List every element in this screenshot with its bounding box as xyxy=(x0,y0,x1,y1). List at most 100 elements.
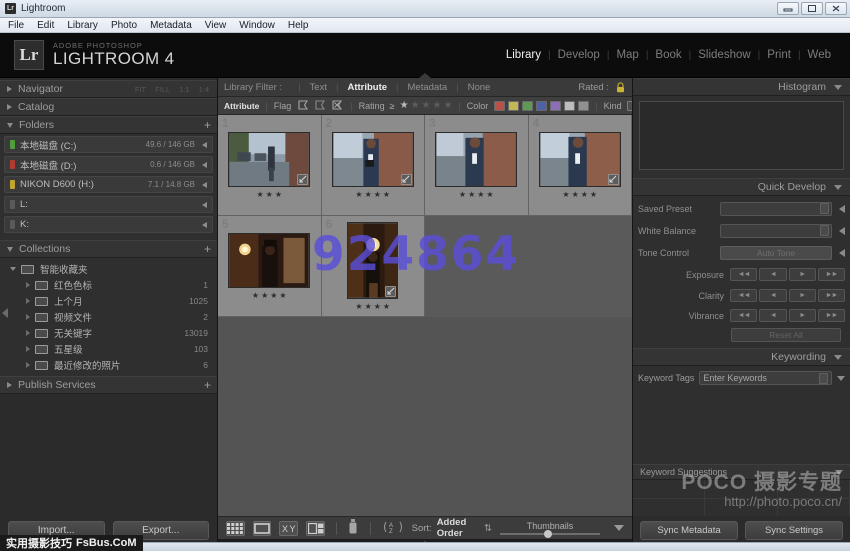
thumbnail-rating[interactable]: ★ ★ ★ ★ xyxy=(355,303,390,311)
nudge-double-right-button[interactable]: ►► xyxy=(818,309,845,322)
list-item[interactable]: 上个月 1025 xyxy=(0,293,217,309)
module-book[interactable]: Book xyxy=(648,49,688,61)
grid-cell[interactable]: 2 xyxy=(322,115,426,216)
chevron-left-icon[interactable] xyxy=(202,202,207,208)
rating-stars[interactable]: ★ ★ ★ ★ ★ xyxy=(400,101,453,111)
folder-row[interactable]: L: xyxy=(4,196,213,213)
color-swatch-blue[interactable] xyxy=(536,101,547,111)
slider-knob[interactable] xyxy=(544,530,552,538)
chevron-left-icon[interactable] xyxy=(202,142,207,148)
module-print[interactable]: Print xyxy=(760,49,798,61)
menu-edit[interactable]: Edit xyxy=(37,20,54,31)
panel-header-collections[interactable]: Collections + xyxy=(0,240,217,258)
star-icon[interactable]: ★ xyxy=(411,101,420,111)
list-item[interactable]: 最近修改的照片 6 xyxy=(0,357,217,373)
menu-window[interactable]: Window xyxy=(239,20,275,31)
add-folder-icon[interactable]: + xyxy=(204,118,211,132)
module-web[interactable]: Web xyxy=(801,49,838,61)
chevron-left-icon[interactable] xyxy=(202,182,207,188)
nudge-right-button[interactable]: ► xyxy=(789,309,816,322)
reset-all-button[interactable]: Reset All xyxy=(731,328,841,342)
collection-group-smart[interactable]: 智能收藏夹 xyxy=(0,261,217,277)
chevron-down-icon[interactable] xyxy=(614,525,624,531)
zoom-fit[interactable]: FIT xyxy=(135,85,146,94)
keyword-suggestion-cell[interactable] xyxy=(778,480,850,499)
star-icon[interactable]: ★ xyxy=(433,101,442,111)
star-icon[interactable]: ★ xyxy=(400,101,409,111)
panel-header-catalog[interactable]: Catalog xyxy=(0,98,217,116)
keyword-suggestion-cell[interactable] xyxy=(705,480,777,499)
slider-track[interactable] xyxy=(500,533,600,535)
chevron-left-icon[interactable] xyxy=(202,162,207,168)
thumbnail-size-slider[interactable]: Thumbnails xyxy=(500,521,600,535)
folder-row[interactable]: 本地磁盘 (D:) 0.6 / 146 GB xyxy=(4,156,213,173)
panel-header-navigator[interactable]: Navigator FIT FILL 1:1 1:4 xyxy=(0,80,217,98)
sync-settings-button[interactable]: Sync Settings xyxy=(745,521,843,540)
zoom-1-4[interactable]: 1:4 xyxy=(199,85,209,94)
sort-toggle-icon[interactable]: ⇅ xyxy=(484,523,492,534)
module-library[interactable]: Library xyxy=(499,49,548,61)
zoom-fill[interactable]: FILL xyxy=(155,85,170,94)
rating-operator[interactable]: ≥ xyxy=(390,101,395,111)
star-icon[interactable]: ★ xyxy=(422,101,431,111)
histogram-panel[interactable] xyxy=(633,96,850,178)
spray-can-icon[interactable] xyxy=(348,519,359,537)
minimize-icon[interactable] xyxy=(777,2,799,15)
grid-cell[interactable]: 4 xyxy=(529,115,633,216)
chevron-left-icon[interactable] xyxy=(839,227,845,235)
flag-pick-icon[interactable] xyxy=(297,99,310,113)
grid-cell[interactable]: 5 xyxy=(218,216,322,317)
color-swatch-custom[interactable] xyxy=(578,101,589,111)
menu-metadata[interactable]: Metadata xyxy=(150,20,192,31)
white-balance-select[interactable] xyxy=(720,224,832,238)
chevron-left-icon[interactable] xyxy=(839,249,845,257)
menu-library[interactable]: Library xyxy=(67,20,98,31)
folder-row[interactable]: NIKON D600 (H:) 7.1 / 14.8 GB xyxy=(4,176,213,193)
menu-photo[interactable]: Photo xyxy=(111,20,137,31)
color-swatch-green[interactable] xyxy=(522,101,533,111)
sort-az-icon[interactable]: A Z xyxy=(382,520,404,537)
thumbnail-rating[interactable]: ★ ★ ★ ★ xyxy=(252,292,287,300)
nudge-right-button[interactable]: ► xyxy=(789,289,816,302)
nudge-left-button[interactable]: ◄ xyxy=(759,289,786,302)
nudge-right-button[interactable]: ► xyxy=(789,268,816,281)
lock-icon[interactable] xyxy=(615,82,626,93)
crop-badge-icon[interactable] xyxy=(608,174,619,185)
top-panel-collapse-arrow[interactable] xyxy=(419,73,431,78)
nudge-left-button[interactable]: ◄ xyxy=(759,309,786,322)
panel-header-histogram[interactable]: Histogram xyxy=(633,78,850,96)
thumbnail-rating[interactable]: ★ ★ ★ ★ xyxy=(562,191,597,199)
chevron-left-icon[interactable] xyxy=(839,205,845,213)
zoom-1-1[interactable]: 1:1 xyxy=(179,85,189,94)
filter-tab-attribute[interactable]: Attribute xyxy=(344,82,390,93)
chevron-down-icon[interactable] xyxy=(837,376,845,381)
thumbnail-rating[interactable]: ★ ★ ★ ★ xyxy=(459,191,494,199)
keyword-entry-area[interactable] xyxy=(638,389,845,459)
keyword-suggestion-cell[interactable] xyxy=(778,499,850,516)
add-collection-icon[interactable]: + xyxy=(204,242,211,256)
chevron-left-icon[interactable] xyxy=(202,222,207,228)
flag-reject-icon[interactable] xyxy=(331,99,344,113)
loupe-view-icon[interactable] xyxy=(253,521,272,536)
auto-tone-button[interactable]: Auto Tone xyxy=(720,246,832,260)
filter-tab-metadata[interactable]: Metadata xyxy=(405,82,451,93)
list-item[interactable]: 视频文件 2 xyxy=(0,309,217,325)
filter-tab-none[interactable]: None xyxy=(465,82,494,93)
nudge-left-button[interactable]: ◄ xyxy=(759,268,786,281)
sort-control[interactable]: Sort: Added Order ⇅ xyxy=(412,517,492,539)
list-item[interactable]: 红色色标 1 xyxy=(0,277,217,293)
nudge-double-right-button[interactable]: ►► xyxy=(818,289,845,302)
crop-badge-icon[interactable] xyxy=(401,174,412,185)
close-icon[interactable] xyxy=(825,2,847,15)
thumbnail-grid-area[interactable]: 1 xyxy=(218,115,632,516)
thumbnail-rating[interactable]: ★ ★ ★ xyxy=(256,191,282,199)
folder-row[interactable]: 本地磁盘 (C:) 49.6 / 146 GB xyxy=(4,136,213,153)
panel-header-quick-develop[interactable]: Quick Develop xyxy=(633,178,850,196)
keyword-input[interactable]: Enter Keywords xyxy=(699,371,832,385)
nudge-double-left-button[interactable]: ◄◄ xyxy=(730,289,757,302)
survey-view-icon[interactable] xyxy=(306,521,325,536)
nudge-double-right-button[interactable]: ►► xyxy=(818,268,845,281)
grid-cell[interactable]: 6 xyxy=(322,216,426,317)
module-slideshow[interactable]: Slideshow xyxy=(691,49,757,61)
keyword-suggestion-cell[interactable] xyxy=(633,499,705,516)
